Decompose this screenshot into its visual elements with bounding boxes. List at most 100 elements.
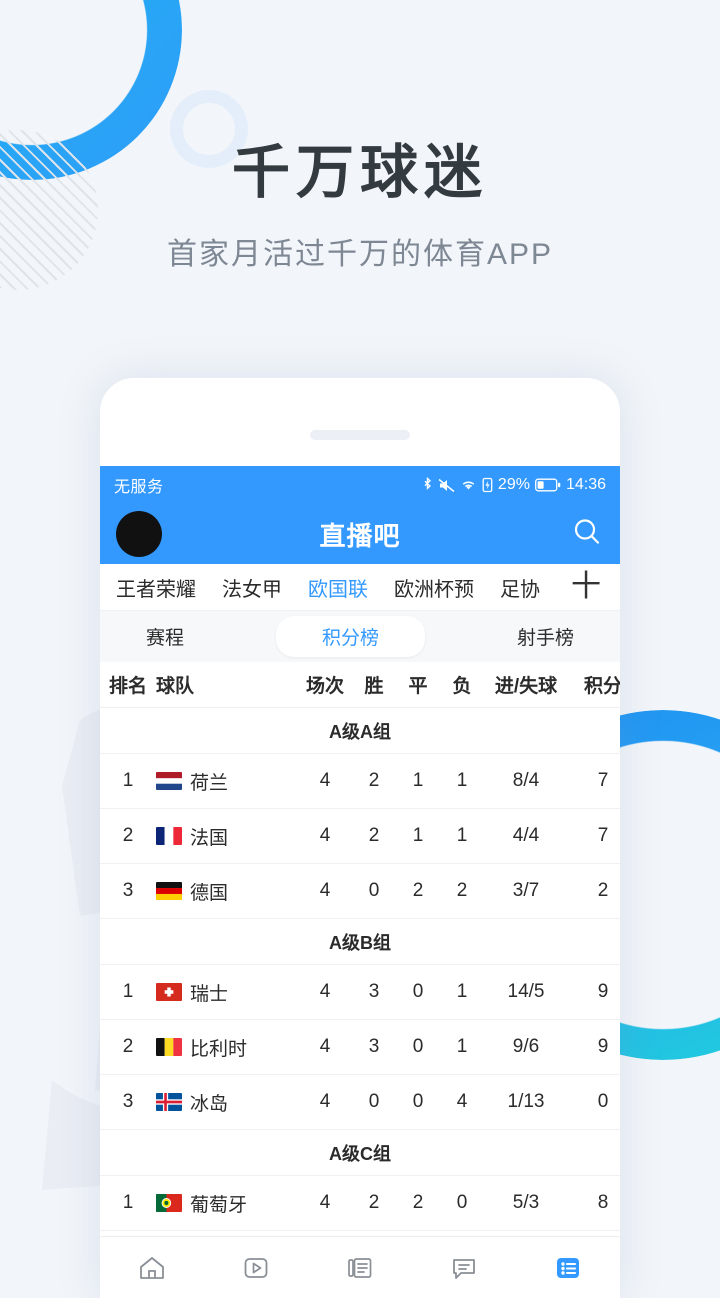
sub-tab-scorers[interactable]: 射手榜 bbox=[517, 616, 574, 657]
team-name: 荷兰 bbox=[190, 772, 229, 794]
phone-speaker bbox=[310, 430, 410, 440]
category-tab-0[interactable]: 王者荣耀 bbox=[116, 573, 196, 602]
sub-tab-standings[interactable]: 积分榜 bbox=[275, 616, 425, 657]
cell-draw: 0 bbox=[412, 981, 424, 1002]
search-button[interactable] bbox=[570, 515, 604, 554]
table-row[interactable]: 1 瑞士 4 3 0 1 14/5 9 bbox=[100, 965, 620, 1020]
status-icons: 29% 14:36 bbox=[422, 476, 606, 494]
cell-team: 葡萄牙 bbox=[156, 1190, 298, 1217]
cell-played: 4 bbox=[319, 880, 331, 901]
sub-tab-bar[interactable]: 赛程 积分榜 射手榜 bbox=[100, 610, 620, 662]
table-row[interactable]: 2 法国 4 2 1 1 4/4 7 bbox=[100, 809, 620, 864]
cell-draw: 1 bbox=[412, 825, 424, 846]
team-name: 比利时 bbox=[190, 1038, 248, 1060]
nav-item-news[interactable] bbox=[330, 1245, 390, 1291]
mute-icon bbox=[438, 478, 455, 492]
cell-rank: 2 bbox=[122, 825, 134, 846]
cell-goals: 8/4 bbox=[512, 770, 540, 791]
team-name: 法国 bbox=[190, 827, 229, 849]
flag-switzerland bbox=[156, 983, 182, 1001]
wifi-icon bbox=[462, 481, 475, 490]
header-rank: 排名 bbox=[108, 676, 147, 697]
battery-icon bbox=[535, 478, 561, 492]
avatar[interactable] bbox=[116, 511, 162, 557]
cell-win: 3 bbox=[368, 1036, 380, 1057]
team-name: 葡萄牙 bbox=[190, 1194, 248, 1216]
cell-team: 冰岛 bbox=[156, 1089, 298, 1116]
table-header-row: 排名 球队 场次 胜 平 负 进/失球 积分 bbox=[100, 662, 620, 708]
table-row[interactable]: 3 德国 4 0 2 2 3/7 2 bbox=[100, 864, 620, 919]
table-row[interactable]: 3 冰岛 4 0 0 4 1/13 0 bbox=[100, 1075, 620, 1130]
cell-rank: 1 bbox=[122, 981, 134, 1002]
header-goals: 进/失球 bbox=[494, 676, 558, 697]
cell-goals: 9/6 bbox=[512, 1036, 540, 1057]
cell-points: 9 bbox=[597, 981, 609, 1002]
cell-played: 4 bbox=[319, 1091, 331, 1112]
cell-win: 2 bbox=[368, 1192, 380, 1213]
cell-points: 7 bbox=[597, 770, 609, 791]
clock-label: 14:36 bbox=[565, 476, 606, 493]
sub-tab-schedule[interactable]: 赛程 bbox=[146, 616, 184, 657]
cell-rank: 1 bbox=[122, 1192, 134, 1213]
team-name: 瑞士 bbox=[190, 983, 229, 1005]
add-category-button[interactable]: 十 bbox=[560, 564, 612, 610]
bluetooth-icon bbox=[424, 476, 431, 490]
cell-lose: 0 bbox=[456, 1192, 468, 1213]
category-tab-4[interactable]: 足协 bbox=[500, 573, 540, 602]
cell-points: 2 bbox=[597, 880, 609, 901]
status-bar: 无服务 29% 14:36 bbox=[100, 466, 620, 504]
list-icon bbox=[557, 1257, 579, 1278]
search-icon bbox=[574, 518, 600, 544]
header-draw: 平 bbox=[408, 676, 428, 697]
cell-draw: 0 bbox=[412, 1091, 424, 1112]
cell-goals: 4/4 bbox=[512, 825, 540, 846]
battery-percent-label: 29% bbox=[497, 476, 530, 493]
team-name: 德国 bbox=[190, 882, 229, 904]
battery-saver-icon bbox=[482, 477, 493, 493]
video-icon bbox=[244, 1257, 268, 1278]
cell-lose: 4 bbox=[456, 1091, 468, 1112]
cell-win: 3 bbox=[368, 981, 380, 1002]
cell-points: 0 bbox=[597, 1091, 609, 1112]
nav-item-home[interactable] bbox=[122, 1245, 182, 1291]
category-tab-2[interactable]: 欧国联 bbox=[308, 573, 368, 602]
bottom-navigation[interactable] bbox=[100, 1236, 620, 1298]
cell-team: 荷兰 bbox=[156, 768, 298, 795]
flag-france bbox=[156, 827, 182, 845]
header-lose: 负 bbox=[452, 676, 472, 697]
cell-played: 4 bbox=[319, 770, 331, 791]
cell-points: 8 bbox=[597, 1192, 609, 1213]
nav-item-chat[interactable] bbox=[434, 1245, 494, 1291]
cell-lose: 1 bbox=[456, 1036, 468, 1057]
cell-lose: 2 bbox=[456, 880, 468, 901]
hero-subtitle: 首家月活过千万的体育APP bbox=[166, 237, 554, 271]
cell-goals: 1/13 bbox=[507, 1091, 545, 1112]
cell-team: 德国 bbox=[156, 878, 298, 905]
carrier-label: 无服务 bbox=[114, 479, 164, 496]
category-tab-bar[interactable]: 王者荣耀 法女甲 欧国联 欧洲杯预 足协 十 bbox=[100, 564, 620, 610]
table-row[interactable]: 1 荷兰 4 2 1 1 8/4 7 bbox=[100, 754, 620, 809]
flag-iceland bbox=[156, 1093, 182, 1111]
cell-rank: 3 bbox=[122, 1091, 134, 1112]
category-tab-1[interactable]: 法女甲 bbox=[222, 573, 282, 602]
cell-draw: 2 bbox=[412, 1192, 424, 1213]
cell-lose: 1 bbox=[456, 770, 468, 791]
header-points: 积分 bbox=[583, 676, 620, 697]
table-row[interactable]: 2 比利时 4 3 0 1 9/6 9 bbox=[100, 1020, 620, 1075]
nav-item-list[interactable] bbox=[538, 1245, 598, 1291]
cell-draw: 1 bbox=[412, 770, 424, 791]
home-icon bbox=[140, 1256, 164, 1279]
category-tab-3[interactable]: 欧洲杯预 bbox=[394, 573, 474, 602]
flag-portugal bbox=[156, 1194, 182, 1212]
cell-rank: 3 bbox=[122, 880, 134, 901]
cell-team: 比利时 bbox=[156, 1034, 298, 1061]
cell-points: 9 bbox=[597, 1036, 609, 1057]
cell-lose: 1 bbox=[456, 825, 468, 846]
cell-rank: 1 bbox=[122, 770, 134, 791]
cell-win: 2 bbox=[368, 770, 380, 791]
header-played: 场次 bbox=[305, 676, 344, 697]
nav-item-video[interactable] bbox=[226, 1245, 286, 1291]
table-row[interactable]: 1 葡萄牙 4 2 2 0 5/3 8 bbox=[100, 1176, 620, 1231]
group-header: A级A组 bbox=[100, 708, 620, 754]
hero-section: 千万球迷 首家月活过千万的体育APP bbox=[0, 140, 720, 273]
